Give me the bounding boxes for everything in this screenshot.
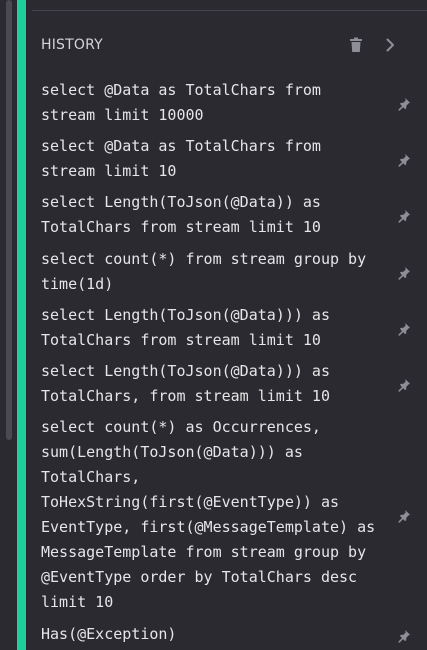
history-item-3[interactable]: select Length(ToJson(@Data)) as TotalCha… — [41, 190, 411, 240]
history-header: HISTORY — [41, 32, 411, 58]
history-title: HISTORY — [41, 37, 103, 53]
pin-button[interactable] — [397, 152, 411, 167]
history-query-text: select count(*) as Occurrences, sum(Leng… — [41, 418, 376, 611]
pin-icon — [398, 323, 410, 336]
pin-icon — [398, 267, 410, 280]
history-query-text: select @Data as TotalChars from stream l… — [41, 81, 321, 124]
history-item-5[interactable]: select Length(ToJson(@Data))) as TotalCh… — [41, 303, 411, 353]
accent-bar — [17, 0, 26, 650]
pin-icon — [398, 210, 410, 223]
history-query-text: select Length(ToJson(@Data)) as TotalCha… — [41, 193, 321, 236]
history-item-4[interactable]: select count(*) from stream group by tim… — [41, 247, 411, 297]
chevron-right-icon — [386, 38, 394, 52]
pin-button[interactable] — [397, 96, 411, 111]
clear-history-button[interactable] — [347, 36, 365, 54]
history-query-text: select Length(ToJson(@Data))) as TotalCh… — [41, 306, 330, 349]
collapse-history-button[interactable] — [381, 36, 399, 54]
pin-button[interactable] — [397, 508, 411, 523]
history-query-text: select Length(ToJson(@Data))) as TotalCh… — [41, 362, 330, 405]
history-list: select @Data as TotalChars from stream l… — [41, 72, 411, 647]
pin-button[interactable] — [397, 321, 411, 336]
pin-icon — [398, 629, 410, 643]
pin-button[interactable] — [397, 265, 411, 280]
trash-icon — [350, 37, 362, 52]
history-item-8[interactable]: Has(@Exception) — [41, 622, 411, 647]
history-query-text: Has(@Exception) — [41, 625, 177, 643]
history-query-text: select @Data as TotalChars from stream l… — [41, 137, 321, 180]
history-item-7[interactable]: select count(*) as Occurrences, sum(Leng… — [41, 415, 411, 615]
pin-icon — [398, 379, 410, 392]
outer-scrollbar[interactable] — [6, 0, 12, 440]
pin-button[interactable] — [397, 208, 411, 223]
history-panel: HISTORY select @Data as TotalChars from … — [26, 0, 427, 650]
history-window: HISTORY select @Data as TotalChars from … — [0, 0, 427, 650]
divider — [32, 10, 427, 11]
pin-button[interactable] — [397, 628, 411, 643]
history-item-6[interactable]: select Length(ToJson(@Data))) as TotalCh… — [41, 359, 411, 409]
pin-icon — [398, 98, 410, 111]
history-item-1[interactable]: select @Data as TotalChars from stream l… — [41, 78, 411, 128]
history-query-text: select count(*) from stream group by tim… — [41, 250, 367, 293]
pin-icon — [398, 154, 410, 167]
history-item-2[interactable]: select @Data as TotalChars from stream l… — [41, 134, 411, 184]
pin-icon — [398, 510, 410, 523]
pin-button[interactable] — [397, 377, 411, 392]
